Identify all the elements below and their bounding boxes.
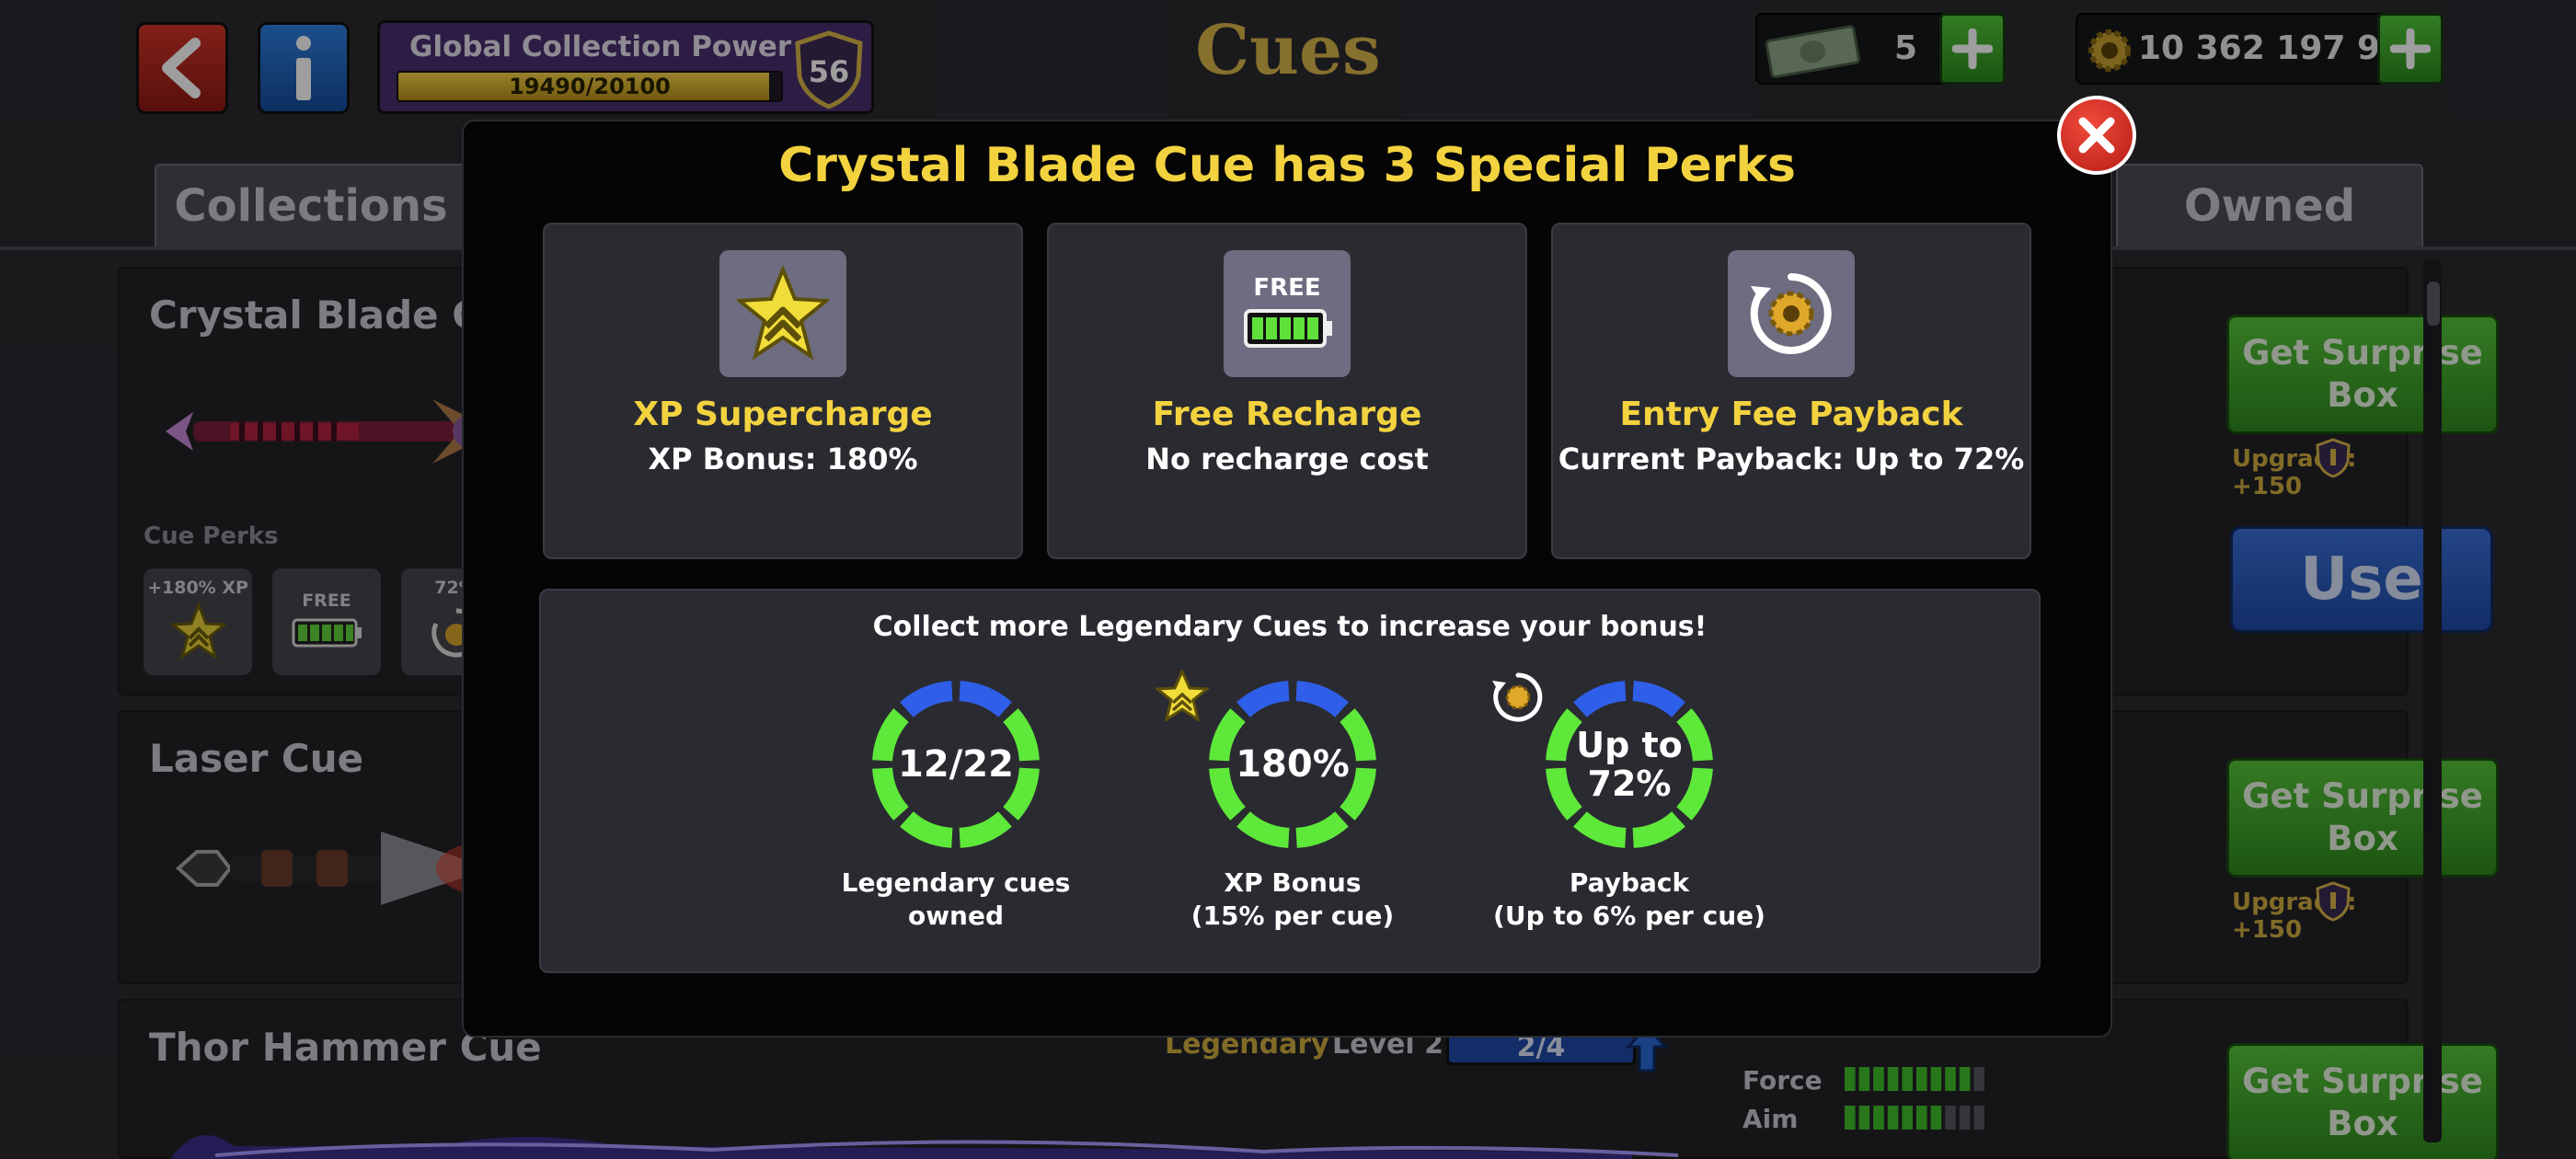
legendary-count-caption: Legendary cues owned (790, 866, 1121, 933)
perk-description: No recharge cost (1145, 442, 1429, 476)
battery-icon (1244, 309, 1332, 348)
perk-icon-frame (1728, 250, 1855, 377)
xp-bonus-value: 180% (1236, 743, 1350, 786)
perk-description: XP Bonus: 180% (648, 442, 918, 476)
payback-coin-icon (1492, 672, 1543, 722)
payback-coin-icon (1750, 273, 1832, 354)
legendary-bonus-heading: Collect more Legendary Cues to increase … (872, 611, 1708, 643)
perk-icon-frame (719, 250, 846, 377)
perk-description: Current Payback: Up to 72% (1558, 442, 2025, 476)
perk-icon-frame: FREE (1224, 250, 1351, 377)
caption-line: Payback (1569, 867, 1690, 898)
payback-caption: Payback (Up to 6% per cue) (1464, 866, 1795, 933)
xp-star-icon (1156, 670, 1209, 721)
perk-card-xp-supercharge: XP Supercharge XP Bonus: 180% (543, 223, 1023, 559)
perk-name: Free Recharge (1152, 396, 1422, 433)
perk-card-entry-fee-payback: Entry Fee Payback Current Payback: Up to… (1551, 223, 2031, 559)
perk-name: Entry Fee Payback (1619, 396, 1963, 433)
caption-line: XP Bonus (1224, 867, 1362, 898)
payback-value-line: Up to (1576, 725, 1683, 765)
caption-line: (15% per cue) (1190, 901, 1395, 931)
close-icon (2078, 117, 2115, 154)
perks-dialog-title: Crystal Blade Cue has 3 Special Perks (778, 138, 1796, 193)
legendary-count-value: 12/22 (898, 743, 1014, 786)
perk-name: XP Supercharge (633, 396, 933, 433)
xp-star-icon (737, 266, 829, 361)
caption-line: (Up to 6% per cue) (1493, 901, 1765, 931)
xp-bonus-caption: XP Bonus (15% per cue) (1127, 866, 1458, 933)
legendary-bonus-panel: Collect more Legendary Cues to increase … (539, 589, 2041, 973)
caption-line: owned (907, 901, 1005, 931)
payback-value-line: 72% (1587, 763, 1672, 804)
payback-value: Up to 72% (1542, 677, 1717, 852)
battery-free-label: FREE (1253, 274, 1321, 302)
caption-line: Legendary cues (841, 867, 1071, 898)
perks-dialog: Crystal Blade Cue has 3 Special Perks XP… (462, 120, 2112, 1038)
perk-card-free-recharge: FREE Free Recharge No recharge cost (1047, 223, 1527, 559)
close-dialog-button[interactable] (2057, 96, 2136, 175)
